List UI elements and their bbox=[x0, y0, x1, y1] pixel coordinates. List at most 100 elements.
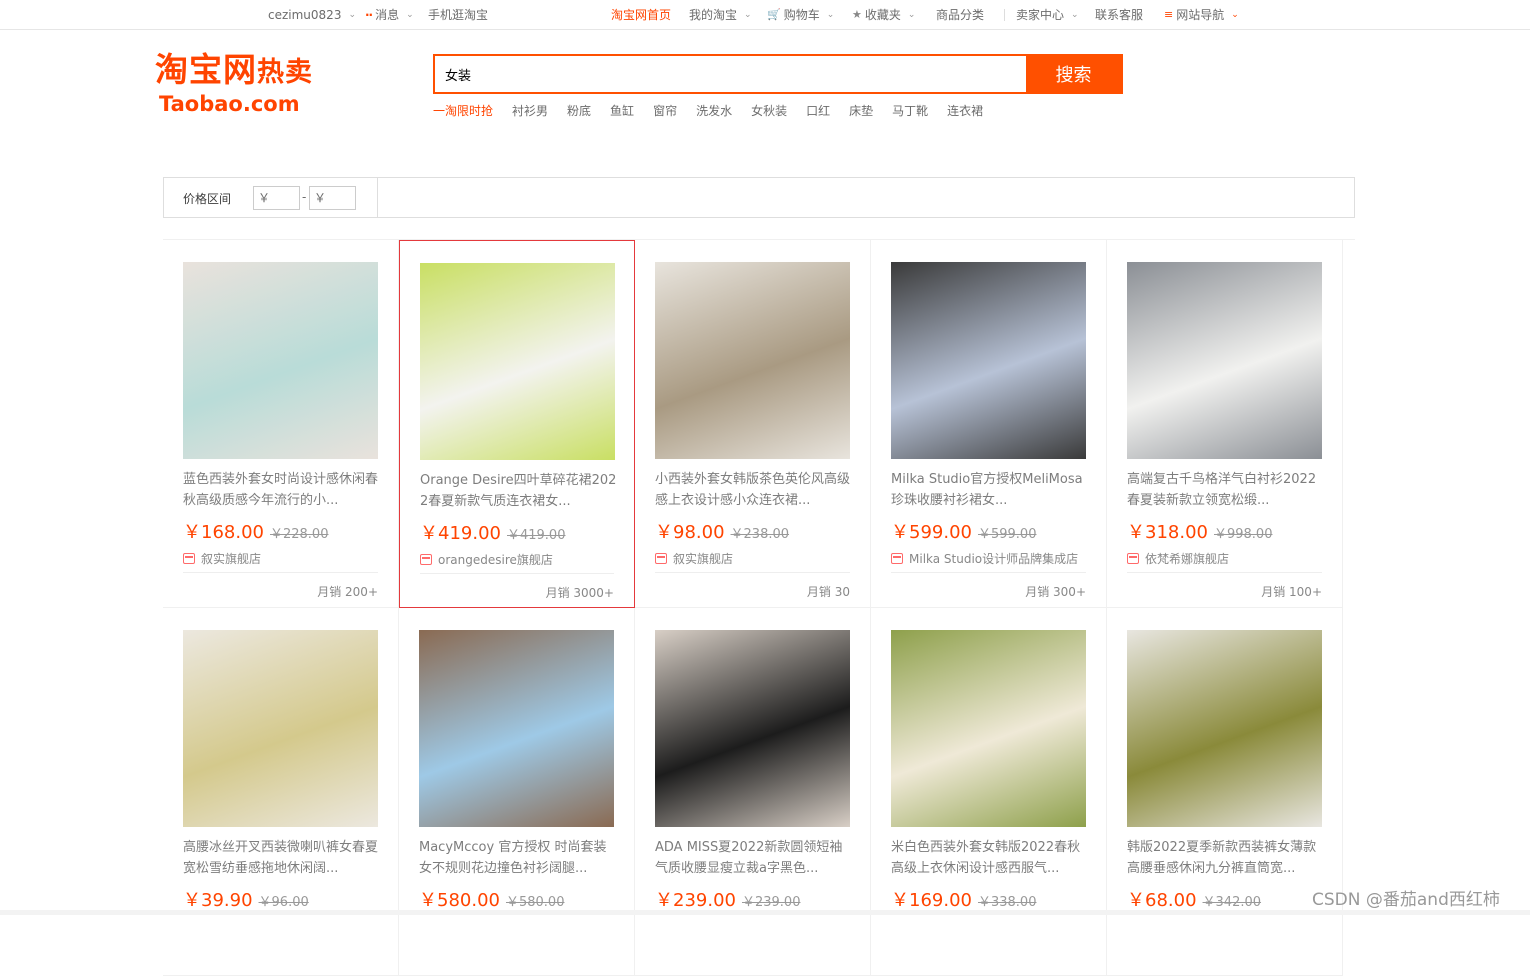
product-title[interactable]: MacyMccoy 官方授权 时尚套装女不规则花边撞色衬衫阔腿... bbox=[419, 837, 617, 879]
shop-link[interactable]: Milka Studio设计师品牌集成店 bbox=[891, 550, 1078, 567]
seller-center-menu[interactable]: 卖家中心 ⌄ bbox=[1016, 0, 1079, 30]
shop-name[interactable]: 依梵希娜旗舰店 bbox=[1145, 550, 1229, 567]
hotword-link[interactable]: 女秋装 bbox=[751, 104, 787, 118]
product-image[interactable] bbox=[183, 262, 378, 459]
product-card[interactable]: MacyMccoy 官方授权 时尚套装女不规则花边撞色衬衫阔腿... ￥580.0… bbox=[399, 608, 635, 976]
product-image[interactable] bbox=[1127, 262, 1322, 459]
username-menu[interactable]: cezimu0823 ⌄ bbox=[268, 0, 356, 30]
hotword-link[interactable]: 床垫 bbox=[849, 104, 873, 118]
range-dash: - bbox=[302, 190, 307, 204]
hotword-link[interactable]: 窗帘 bbox=[653, 104, 677, 118]
product-title[interactable]: Milka Studio官方授权MeliMosa珍珠收腰衬衫裙女... bbox=[891, 469, 1089, 511]
current-price: ￥599.00 bbox=[891, 522, 972, 543]
product-image[interactable] bbox=[419, 630, 614, 827]
product-price: ￥318.00 ￥998.00 bbox=[1127, 518, 1272, 544]
hotword-link[interactable]: 马丁靴 bbox=[892, 104, 928, 118]
current-price: ￥68.00 bbox=[1127, 890, 1197, 911]
original-price: ￥338.00 bbox=[977, 895, 1037, 910]
shop-name[interactable]: 叙实旗舰店 bbox=[673, 550, 733, 567]
hotword-link[interactable]: 连衣裙 bbox=[947, 104, 983, 118]
hotword-link[interactable]: 洗发水 bbox=[696, 104, 732, 118]
star-icon: ★ bbox=[852, 8, 862, 21]
menu-icon: ≡ bbox=[1164, 8, 1174, 21]
cart-label[interactable]: 购物车 bbox=[784, 2, 820, 28]
product-title[interactable]: 米白色西装外套女韩版2022春秋高级上衣休闲设计感西服气... bbox=[891, 837, 1089, 879]
shop-link[interactable]: 依梵希娜旗舰店 bbox=[1127, 550, 1229, 567]
seller-center-label[interactable]: 卖家中心 bbox=[1016, 2, 1064, 28]
search-button[interactable]: 搜索 bbox=[1026, 56, 1121, 92]
product-card[interactable]: 高腰冰丝开叉西装微喇叭裤女春夏宽松雪纺垂感拖地休闲阔... ￥39.90 ￥96.0… bbox=[163, 608, 399, 976]
shop-link[interactable]: 叙实旗舰店 bbox=[655, 550, 733, 567]
chevron-down-icon: ⌄ bbox=[1071, 10, 1079, 20]
product-title[interactable]: Orange Desire四叶草碎花裙2022春夏新款气质连衣裙女... bbox=[420, 470, 618, 512]
product-image[interactable] bbox=[655, 630, 850, 827]
favorites-menu[interactable]: ★ 收藏夹 ⌄ bbox=[852, 0, 915, 30]
site-nav-menu[interactable]: ≡ 网站导航 ⌄ bbox=[1164, 0, 1239, 30]
current-price: ￥169.00 bbox=[891, 890, 972, 911]
my-taobao-menu[interactable]: 我的淘宝 ⌄ bbox=[689, 0, 752, 30]
taobao-logo[interactable]: 淘宝网热卖 Taobao.com bbox=[155, 52, 375, 118]
mobile-link[interactable]: 手机逛淘宝 bbox=[428, 0, 488, 30]
product-card[interactable]: Orange Desire四叶草碎花裙2022春夏新款气质连衣裙女... ￥419… bbox=[399, 240, 635, 608]
categories-link[interactable]: 商品分类 bbox=[936, 0, 984, 30]
hotword-link[interactable]: 鱼缸 bbox=[610, 104, 634, 118]
divider bbox=[377, 178, 378, 217]
shop-name[interactable]: 叙实旗舰店 bbox=[201, 550, 261, 567]
chevron-down-icon: ⌄ bbox=[1231, 10, 1239, 20]
username[interactable]: cezimu0823 bbox=[268, 2, 341, 28]
favorites-label[interactable]: 收藏夹 bbox=[865, 2, 901, 28]
product-image[interactable] bbox=[891, 262, 1086, 459]
product-title[interactable]: 韩版2022夏季新款西装裤女薄款高腰垂感休闲九分裤直筒宽... bbox=[1127, 837, 1325, 879]
divider bbox=[1127, 572, 1322, 573]
product-card[interactable]: 韩版2022夏季新款西装裤女薄款高腰垂感休闲九分裤直筒宽... ￥68.00 ￥34… bbox=[1107, 608, 1343, 976]
contact-link[interactable]: 联系客服 bbox=[1095, 0, 1143, 30]
product-title[interactable]: 蓝色西装外套女时尚设计感休闲春秋高级质感今年流行的小... bbox=[183, 469, 381, 511]
product-card[interactable]: Milka Studio官方授权MeliMosa珍珠收腰衬衫裙女... ￥599.… bbox=[871, 240, 1107, 608]
shop-link[interactable]: 叙实旗舰店 bbox=[183, 550, 261, 567]
product-image[interactable] bbox=[420, 263, 615, 460]
product-image[interactable] bbox=[655, 262, 850, 459]
home-label[interactable]: 淘宝网首页 bbox=[611, 2, 671, 28]
messages-label[interactable]: 消息 bbox=[375, 2, 399, 28]
messages-menu[interactable]: ·· 消息 ⌄ bbox=[365, 0, 414, 30]
shop-name[interactable]: Milka Studio设计师品牌集成店 bbox=[909, 550, 1078, 567]
hotword-link[interactable]: 一淘限时抢 bbox=[433, 104, 493, 118]
hotword-link[interactable]: 口红 bbox=[806, 104, 830, 118]
product-image[interactable] bbox=[183, 630, 378, 827]
logo-en: Taobao.com bbox=[159, 92, 300, 116]
price-max-input[interactable]: ￥ bbox=[309, 186, 356, 210]
divider bbox=[891, 572, 1086, 573]
hotword-link[interactable]: 衬衫男 bbox=[512, 104, 548, 118]
search-input[interactable] bbox=[435, 56, 1026, 92]
my-taobao-label[interactable]: 我的淘宝 bbox=[689, 2, 737, 28]
product-card[interactable]: ADA MISS夏2022新款圆领短袖气质收腰显瘦立裁a字黑色... ￥239.0… bbox=[635, 608, 871, 976]
mobile-label[interactable]: 手机逛淘宝 bbox=[428, 2, 488, 28]
monthly-sales: 月销 200+ bbox=[317, 585, 378, 599]
current-price: ￥419.00 bbox=[420, 523, 501, 544]
cart-menu[interactable]: 🛒 购物车 ⌄ bbox=[767, 0, 834, 30]
product-card[interactable]: 蓝色西装外套女时尚设计感休闲春秋高级质感今年流行的小... ￥168.00 ￥228… bbox=[163, 240, 399, 608]
product-title[interactable]: ADA MISS夏2022新款圆领短袖气质收腰显瘦立裁a字黑色... bbox=[655, 837, 853, 879]
home-link[interactable]: 淘宝网首页 bbox=[611, 0, 671, 30]
site-nav-label[interactable]: 网站导航 bbox=[1176, 2, 1224, 28]
horizontal-scrollbar[interactable] bbox=[0, 910, 1530, 915]
logo-cn: 淘宝网热卖 bbox=[155, 52, 375, 91]
shop-link[interactable]: orangedesire旗舰店 bbox=[420, 551, 553, 568]
original-price: ￥239.00 bbox=[741, 895, 801, 910]
categories-label[interactable]: 商品分类 bbox=[936, 2, 984, 28]
hotword-link[interactable]: 粉底 bbox=[567, 104, 591, 118]
contact-label[interactable]: 联系客服 bbox=[1095, 2, 1143, 28]
product-title[interactable]: 高腰冰丝开叉西装微喇叭裤女春夏宽松雪纺垂感拖地休闲阔... bbox=[183, 837, 381, 879]
product-card[interactable]: 高端复古千鸟格洋气白衬衫2022春夏装新款立领宽松缎... ￥318.00 ￥998… bbox=[1107, 240, 1343, 608]
product-title[interactable]: 高端复古千鸟格洋气白衬衫2022春夏装新款立领宽松缎... bbox=[1127, 469, 1325, 511]
product-title[interactable]: 小西装外套女韩版茶色英伦风高级感上衣设计感小众连衣裙... bbox=[655, 469, 853, 511]
shop-name[interactable]: orangedesire旗舰店 bbox=[438, 551, 553, 568]
product-card[interactable]: 小西装外套女韩版茶色英伦风高级感上衣设计感小众连衣裙... ￥98.00 ￥238.… bbox=[635, 240, 871, 608]
price-min-input[interactable]: ￥ bbox=[253, 186, 300, 210]
shop-icon bbox=[891, 553, 903, 564]
product-image[interactable] bbox=[1127, 630, 1322, 827]
product-image[interactable] bbox=[891, 630, 1086, 827]
product-grid: 蓝色西装外套女时尚设计感休闲春秋高级质感今年流行的小... ￥168.00 ￥228… bbox=[163, 239, 1355, 976]
logo-cn-main: 淘宝网 bbox=[155, 50, 257, 89]
product-card[interactable]: 米白色西装外套女韩版2022春秋高级上衣休闲设计感西服气... ￥169.00 ￥3… bbox=[871, 608, 1107, 976]
